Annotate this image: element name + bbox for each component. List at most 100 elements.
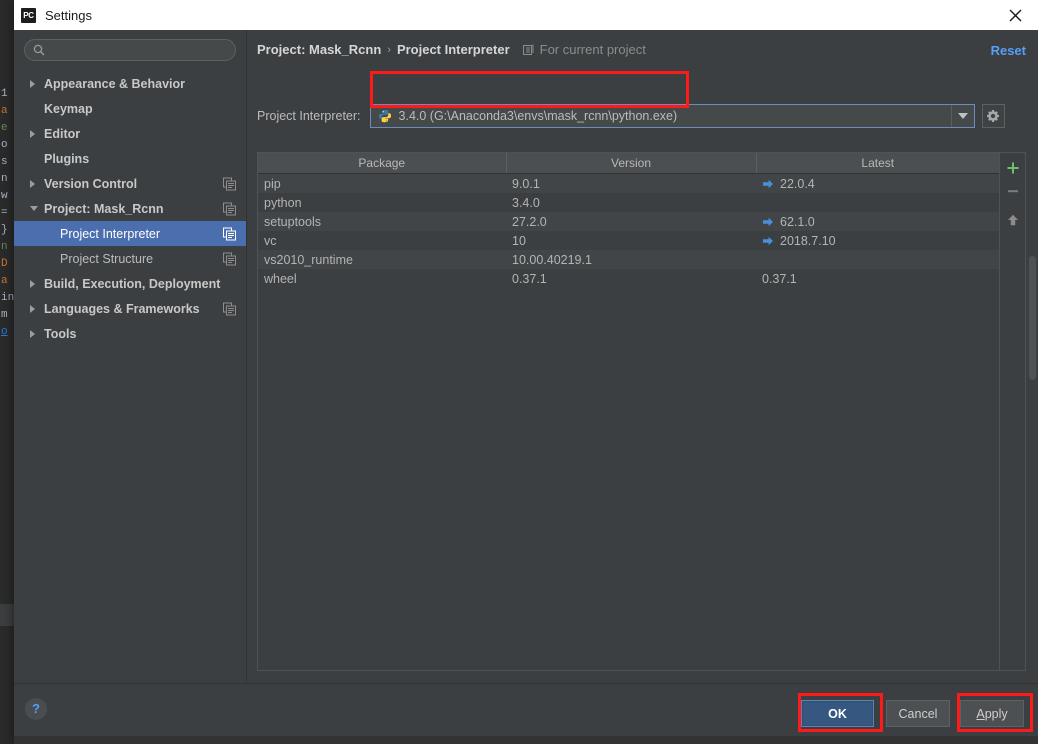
sidebar-item-plugins[interactable]: Plugins [14,146,246,171]
sidebar-item-editor[interactable]: Editor [14,121,246,146]
latest-version-text: 62.1.0 [780,214,815,229]
upgrade-package-button[interactable] [1002,209,1024,231]
cell-package: python [258,193,506,212]
cell-package: wheel [258,269,506,288]
cell-package: pip [258,173,506,193]
apply-accel-char: A [976,706,985,721]
sidebar-item-build-execution-deployment[interactable]: Build, Execution, Deployment [14,271,246,296]
upgrade-arrow-icon [763,179,773,188]
settings-dialog: PC Settings Appearance & Behavior Keymap E… [14,0,1038,744]
table-row[interactable]: python 3.4.0 [258,193,999,212]
sidebar-item-languages-frameworks[interactable]: Languages & Frameworks [14,296,246,321]
breadcrumb: Project: Mask_Rcnn › Project Interpreter… [257,42,646,57]
cell-version: 10.00.40219.1 [506,250,756,269]
minus-icon [1007,190,1018,193]
dialog-titlebar: PC Settings [14,0,1038,30]
chevron-down-icon[interactable] [30,206,44,211]
scope-text: For current project [539,42,646,57]
search-icon [33,44,45,56]
packages-scrollbar-track[interactable] [1026,152,1038,671]
packages-table: Package Version Latest pip 9.0.1 22.0.4 pyt… [258,153,999,288]
table-row[interactable]: setuptools 27.2.0 62.1.0 [258,212,999,231]
sidebar-item-label: Appearance & Behavior [44,76,186,91]
sidebar-item-project-structure[interactable]: Project Structure [14,246,246,271]
sidebar-item-tools[interactable]: Tools [14,321,246,346]
table-header-row: Package Version Latest [258,153,999,174]
cell-version: 9.0.1 [506,173,756,193]
sidebar-item-keymap[interactable]: Keymap [14,96,246,121]
sidebar-item-label: Project Interpreter [60,226,161,241]
packages-table-wrapper: Package Version Latest pip 9.0.1 22.0.4 pyt… [258,153,999,670]
interpreter-combobox[interactable]: 3.4.0 (G:\Anaconda3\envs\mask_rcnn\pytho… [369,104,975,128]
breadcrumb-parent[interactable]: Project: Mask_Rcnn [257,42,381,57]
latest-version-text: 2018.7.10 [780,233,836,248]
packages-table-body: pip 9.0.1 22.0.4 python 3.4.0 setuptools 27.2.… [258,173,999,288]
table-row[interactable]: pip 9.0.1 22.0.4 [258,173,999,193]
latest-version-text: 0.37.1 [762,271,797,286]
packages-toolbar [999,153,1025,670]
interpreter-row: Project Interpreter: 3.4.0 (G:\Anaconda3… [257,104,1005,128]
latest-version-text: 22.0.4 [780,176,815,191]
search-input[interactable] [50,41,225,59]
upgrade-arrow-icon [763,217,773,226]
packages-panel: Package Version Latest pip 9.0.1 22.0.4 pyt… [257,152,1026,671]
sidebar-item-project-interpreter[interactable]: Project Interpreter [14,221,246,246]
column-header-package[interactable]: Package [258,153,507,174]
sidebar-item-label: Project Structure [60,251,154,266]
ide-status-strip [0,604,14,626]
cell-latest [756,250,999,269]
config-copy-icon [223,227,236,240]
ide-editor-sliver: 1 a e o s n w = } n D a in m o [0,0,14,743]
chevron-right-icon[interactable] [30,179,44,188]
config-copy-icon [223,302,236,315]
table-row[interactable]: wheel 0.37.1 0.37.1 [258,269,999,288]
chevron-right-icon[interactable] [30,279,44,288]
breadcrumb-separator: › [387,43,391,56]
apply-rest-text: pply [984,706,1008,721]
cell-latest [756,193,999,212]
table-row[interactable]: vs2010_runtime 10.00.40219.1 [258,250,999,269]
sidebar-item-label: Languages & Frameworks [44,301,200,316]
chevron-right-icon[interactable] [30,79,44,88]
column-header-latest[interactable]: Latest [756,153,999,174]
close-icon[interactable] [992,0,1038,30]
chevron-down-icon[interactable] [950,105,974,127]
chevron-right-icon[interactable] [30,129,44,138]
cell-latest: 22.0.4 [756,173,999,193]
cell-package: vc [258,231,506,250]
config-copy-icon [223,202,236,215]
interpreter-value: 3.4.0 (G:\Anaconda3\envs\mask_rcnn\pytho… [398,109,678,123]
sidebar-item-label: Keymap [44,101,93,116]
cell-version: 0.37.1 [506,269,756,288]
search-wrapper [14,30,246,61]
main-panel: Project: Mask_Rcnn › Project Interpreter… [247,30,1038,683]
search-box[interactable] [24,39,236,61]
reset-link[interactable]: Reset [991,43,1026,58]
ok-button[interactable]: OK [801,700,874,727]
sidebar-item-label: Version Control [44,176,138,191]
cell-version: 3.4.0 [506,193,756,212]
add-package-button[interactable] [1002,157,1024,179]
config-copy-icon [223,252,236,265]
table-row[interactable]: vc 10 2018.7.10 [258,231,999,250]
remove-package-button[interactable] [1002,180,1024,202]
cancel-button[interactable]: Cancel [886,700,950,727]
column-header-version[interactable]: Version [506,153,757,174]
gear-icon[interactable] [981,104,1005,128]
pycharm-icon: PC [21,7,36,23]
chevron-right-icon[interactable] [30,304,44,313]
sidebar-item-version-control[interactable]: Version Control [14,171,246,196]
up-arrow-icon [1007,214,1018,226]
sidebar-item-label: Tools [44,326,77,341]
packages-scrollbar-thumb[interactable] [1029,256,1036,380]
breadcrumb-current: Project Interpreter [396,42,510,57]
interpreter-label: Project Interpreter: [257,109,361,123]
sidebar-item-project-mask-rcnn[interactable]: Project: Mask_Rcnn [14,196,246,221]
sidebar-item-label: Plugins [44,151,90,166]
help-button[interactable]: ? [25,698,47,720]
chevron-right-icon[interactable] [30,329,44,338]
plus-icon [1007,162,1018,174]
apply-button[interactable]: Apply [960,700,1024,727]
dialog-body: Appearance & Behavior Keymap Editor Plugins… [14,30,1038,683]
sidebar-item-appearance-behavior[interactable]: Appearance & Behavior [14,71,246,96]
